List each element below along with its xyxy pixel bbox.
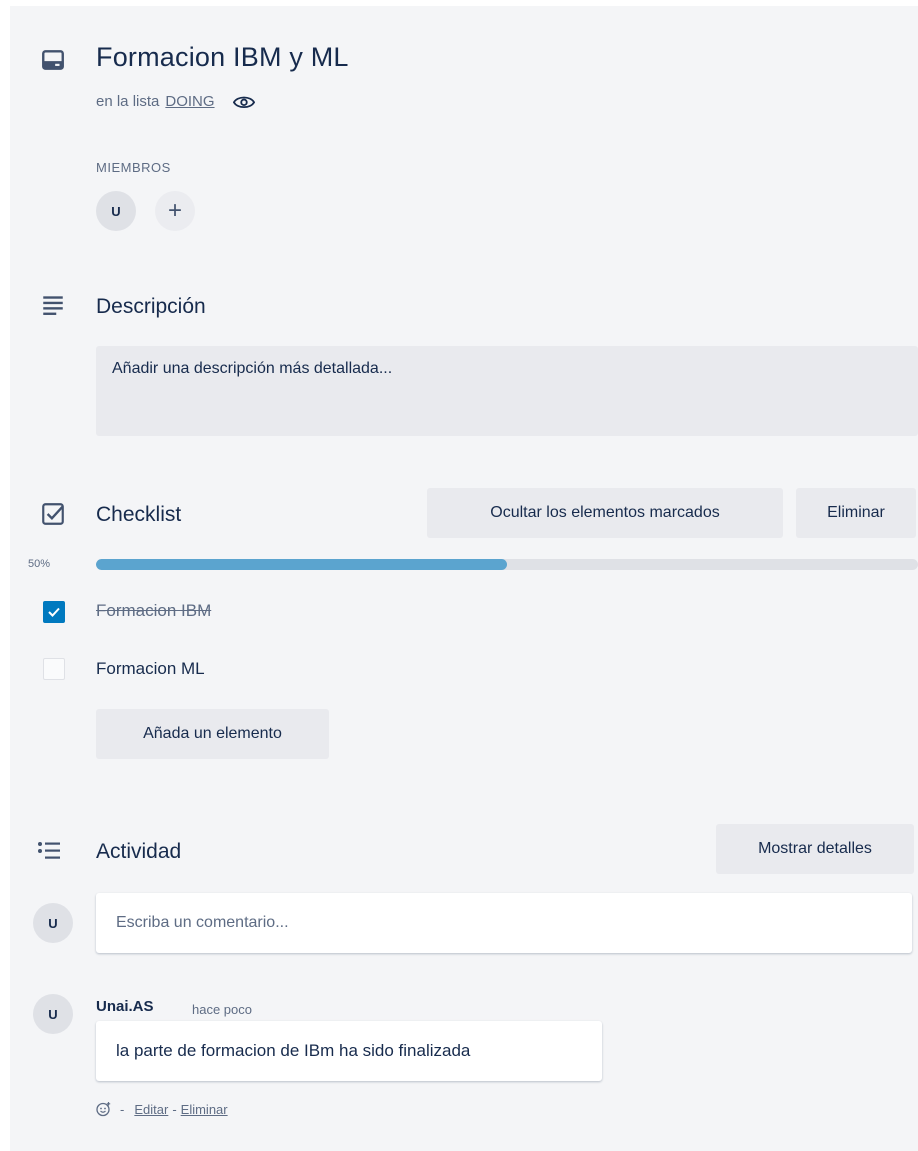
members-label: MIEMBROS bbox=[96, 160, 171, 175]
progress-fill bbox=[96, 559, 507, 570]
add-reaction-icon[interactable] bbox=[96, 1101, 112, 1117]
delete-checklist-button[interactable]: Eliminar bbox=[796, 488, 916, 538]
hide-checked-button[interactable]: Ocultar los elementos marcados bbox=[427, 488, 783, 538]
comment-input[interactable]: Escriba un comentario... bbox=[96, 893, 912, 953]
description-input[interactable]: Añadir una descripción más detallada... bbox=[96, 346, 918, 436]
card-list-info: en la lista DOING bbox=[96, 93, 255, 110]
progress-percent: 50% bbox=[28, 558, 51, 570]
comment-actions: - Editar - Eliminar bbox=[96, 1101, 228, 1117]
current-user-avatar: U bbox=[33, 903, 73, 943]
comment-author[interactable]: Unai.AS bbox=[96, 998, 154, 1015]
comment-text: la parte de formacion de IBm ha sido fin… bbox=[96, 1021, 602, 1081]
checklist-item-text[interactable]: Formacion IBM bbox=[96, 601, 211, 621]
checklist-title[interactable]: Checklist bbox=[96, 503, 181, 527]
description-title: Descripción bbox=[96, 295, 206, 318]
member-avatar[interactable]: U bbox=[96, 191, 136, 231]
check-icon bbox=[47, 605, 61, 619]
card-icon bbox=[40, 47, 66, 73]
edit-comment-link[interactable]: Editar bbox=[134, 1102, 168, 1117]
eye-icon[interactable] bbox=[232, 95, 255, 109]
comment-time[interactable]: hace poco bbox=[192, 1002, 252, 1017]
checklist-item-checkbox[interactable] bbox=[43, 601, 65, 623]
add-member-button[interactable]: + bbox=[155, 191, 195, 231]
separator: - bbox=[120, 1101, 125, 1117]
list-prefix: en la lista bbox=[96, 93, 160, 110]
card-detail-panel: Formacion IBM y ML en la lista DOING MIE… bbox=[10, 6, 918, 1151]
separator: - bbox=[172, 1101, 177, 1117]
activity-icon bbox=[36, 838, 62, 864]
comment-author-avatar[interactable]: U bbox=[33, 994, 73, 1034]
activity-title: Actividad bbox=[96, 840, 182, 863]
checklist-item-checkbox[interactable] bbox=[43, 658, 65, 680]
show-details-button[interactable]: Mostrar detalles bbox=[716, 824, 914, 874]
description-icon bbox=[40, 292, 66, 318]
delete-comment-link[interactable]: Eliminar bbox=[181, 1102, 228, 1117]
checklist-icon bbox=[40, 501, 66, 527]
progress-bar bbox=[96, 559, 918, 570]
add-item-button[interactable]: Añada un elemento bbox=[96, 709, 329, 759]
list-link[interactable]: DOING bbox=[165, 93, 214, 110]
card-title[interactable]: Formacion IBM y ML bbox=[96, 42, 349, 73]
checklist-item-text[interactable]: Formacion ML bbox=[96, 659, 205, 679]
